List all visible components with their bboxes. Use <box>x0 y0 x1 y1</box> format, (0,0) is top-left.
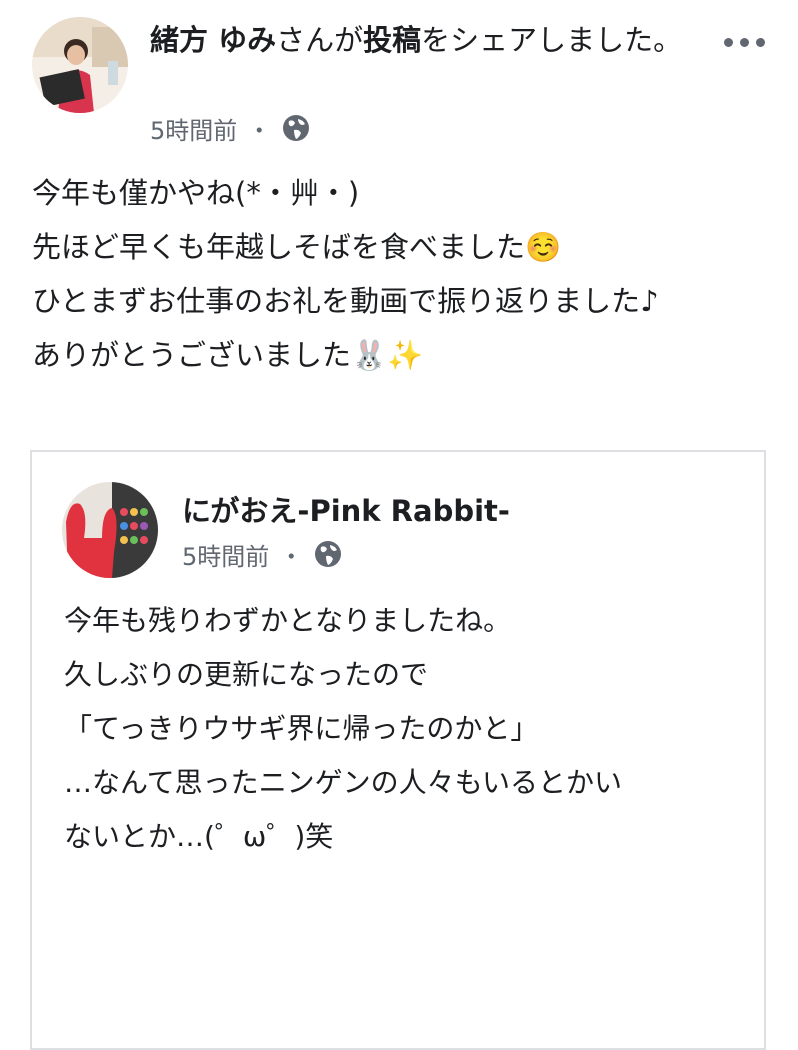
post-line: ひとまずお仕事のお礼を動画で振り返りました♪ <box>32 284 659 318</box>
more-options-icon <box>724 37 733 47</box>
author-name[interactable]: 緒方 ゆみ <box>150 23 276 57</box>
post-line: 先ほど早くも年越しそばを食べました☺️ <box>32 230 562 264</box>
globe-icon[interactable] <box>313 539 343 569</box>
page-name[interactable]: にがおえ-Pink Rabbit- <box>182 488 510 530</box>
more-options-button[interactable] <box>724 34 772 50</box>
post-body: 今年も僅かやね(*・艸・) 先ほど早くも年越しそばを食べました☺️ ひとまずお仕… <box>32 166 772 382</box>
shared-body: 今年も残りわずかとなりましたね。 久しぶりの更新になったので 「てっきりウサギ界… <box>64 594 744 864</box>
globe-icon[interactable] <box>281 113 311 143</box>
post-line: ありがとうございました🐰✨ <box>32 338 424 372</box>
more-options-dot <box>756 37 765 47</box>
more-options-dot <box>740 37 749 47</box>
shared-object-link[interactable]: 投稿 <box>363 23 421 57</box>
shared-meta: 5時間前 ・ <box>182 536 343 572</box>
shared-line: 「てっきりウサギ界に帰ったのかと」 <box>64 712 539 745</box>
page-avatar[interactable] <box>62 482 158 578</box>
shared-line: 久しぶりの更新になったので <box>64 658 429 691</box>
meta-separator: ・ <box>279 542 304 571</box>
post-header: 緒方 ゆみさんが投稿をシェアしました。 <box>150 18 690 62</box>
shared-line: …なんて思ったニンゲンの人々もいるとかい <box>64 766 623 799</box>
shared-post: 緒方 ゆみさんが投稿をシェアしました。 5時間前 ・ 今年も僅かやね(*・艸・)… <box>0 0 798 1050</box>
post-timestamp[interactable]: 5時間前 <box>150 111 237 146</box>
meta-separator: ・ <box>247 116 272 145</box>
shared-line: ないとか…(゜ω゜)笑 <box>64 820 334 853</box>
header-middle-text: さんが <box>276 23 364 57</box>
post-line: 今年も僅かやね(*・艸・) <box>32 176 360 210</box>
shared-post-card[interactable]: にがおえ-Pink Rabbit- 5時間前 ・ 今年も残りわずかとなりましたね… <box>30 450 766 1050</box>
author-avatar[interactable] <box>32 17 128 113</box>
header-suffix-text: をシェアしました。 <box>421 23 683 57</box>
shared-line: 今年も残りわずかとなりましたね。 <box>64 604 512 637</box>
shared-timestamp[interactable]: 5時間前 <box>182 537 269 572</box>
post-meta: 5時間前 ・ <box>150 110 311 146</box>
